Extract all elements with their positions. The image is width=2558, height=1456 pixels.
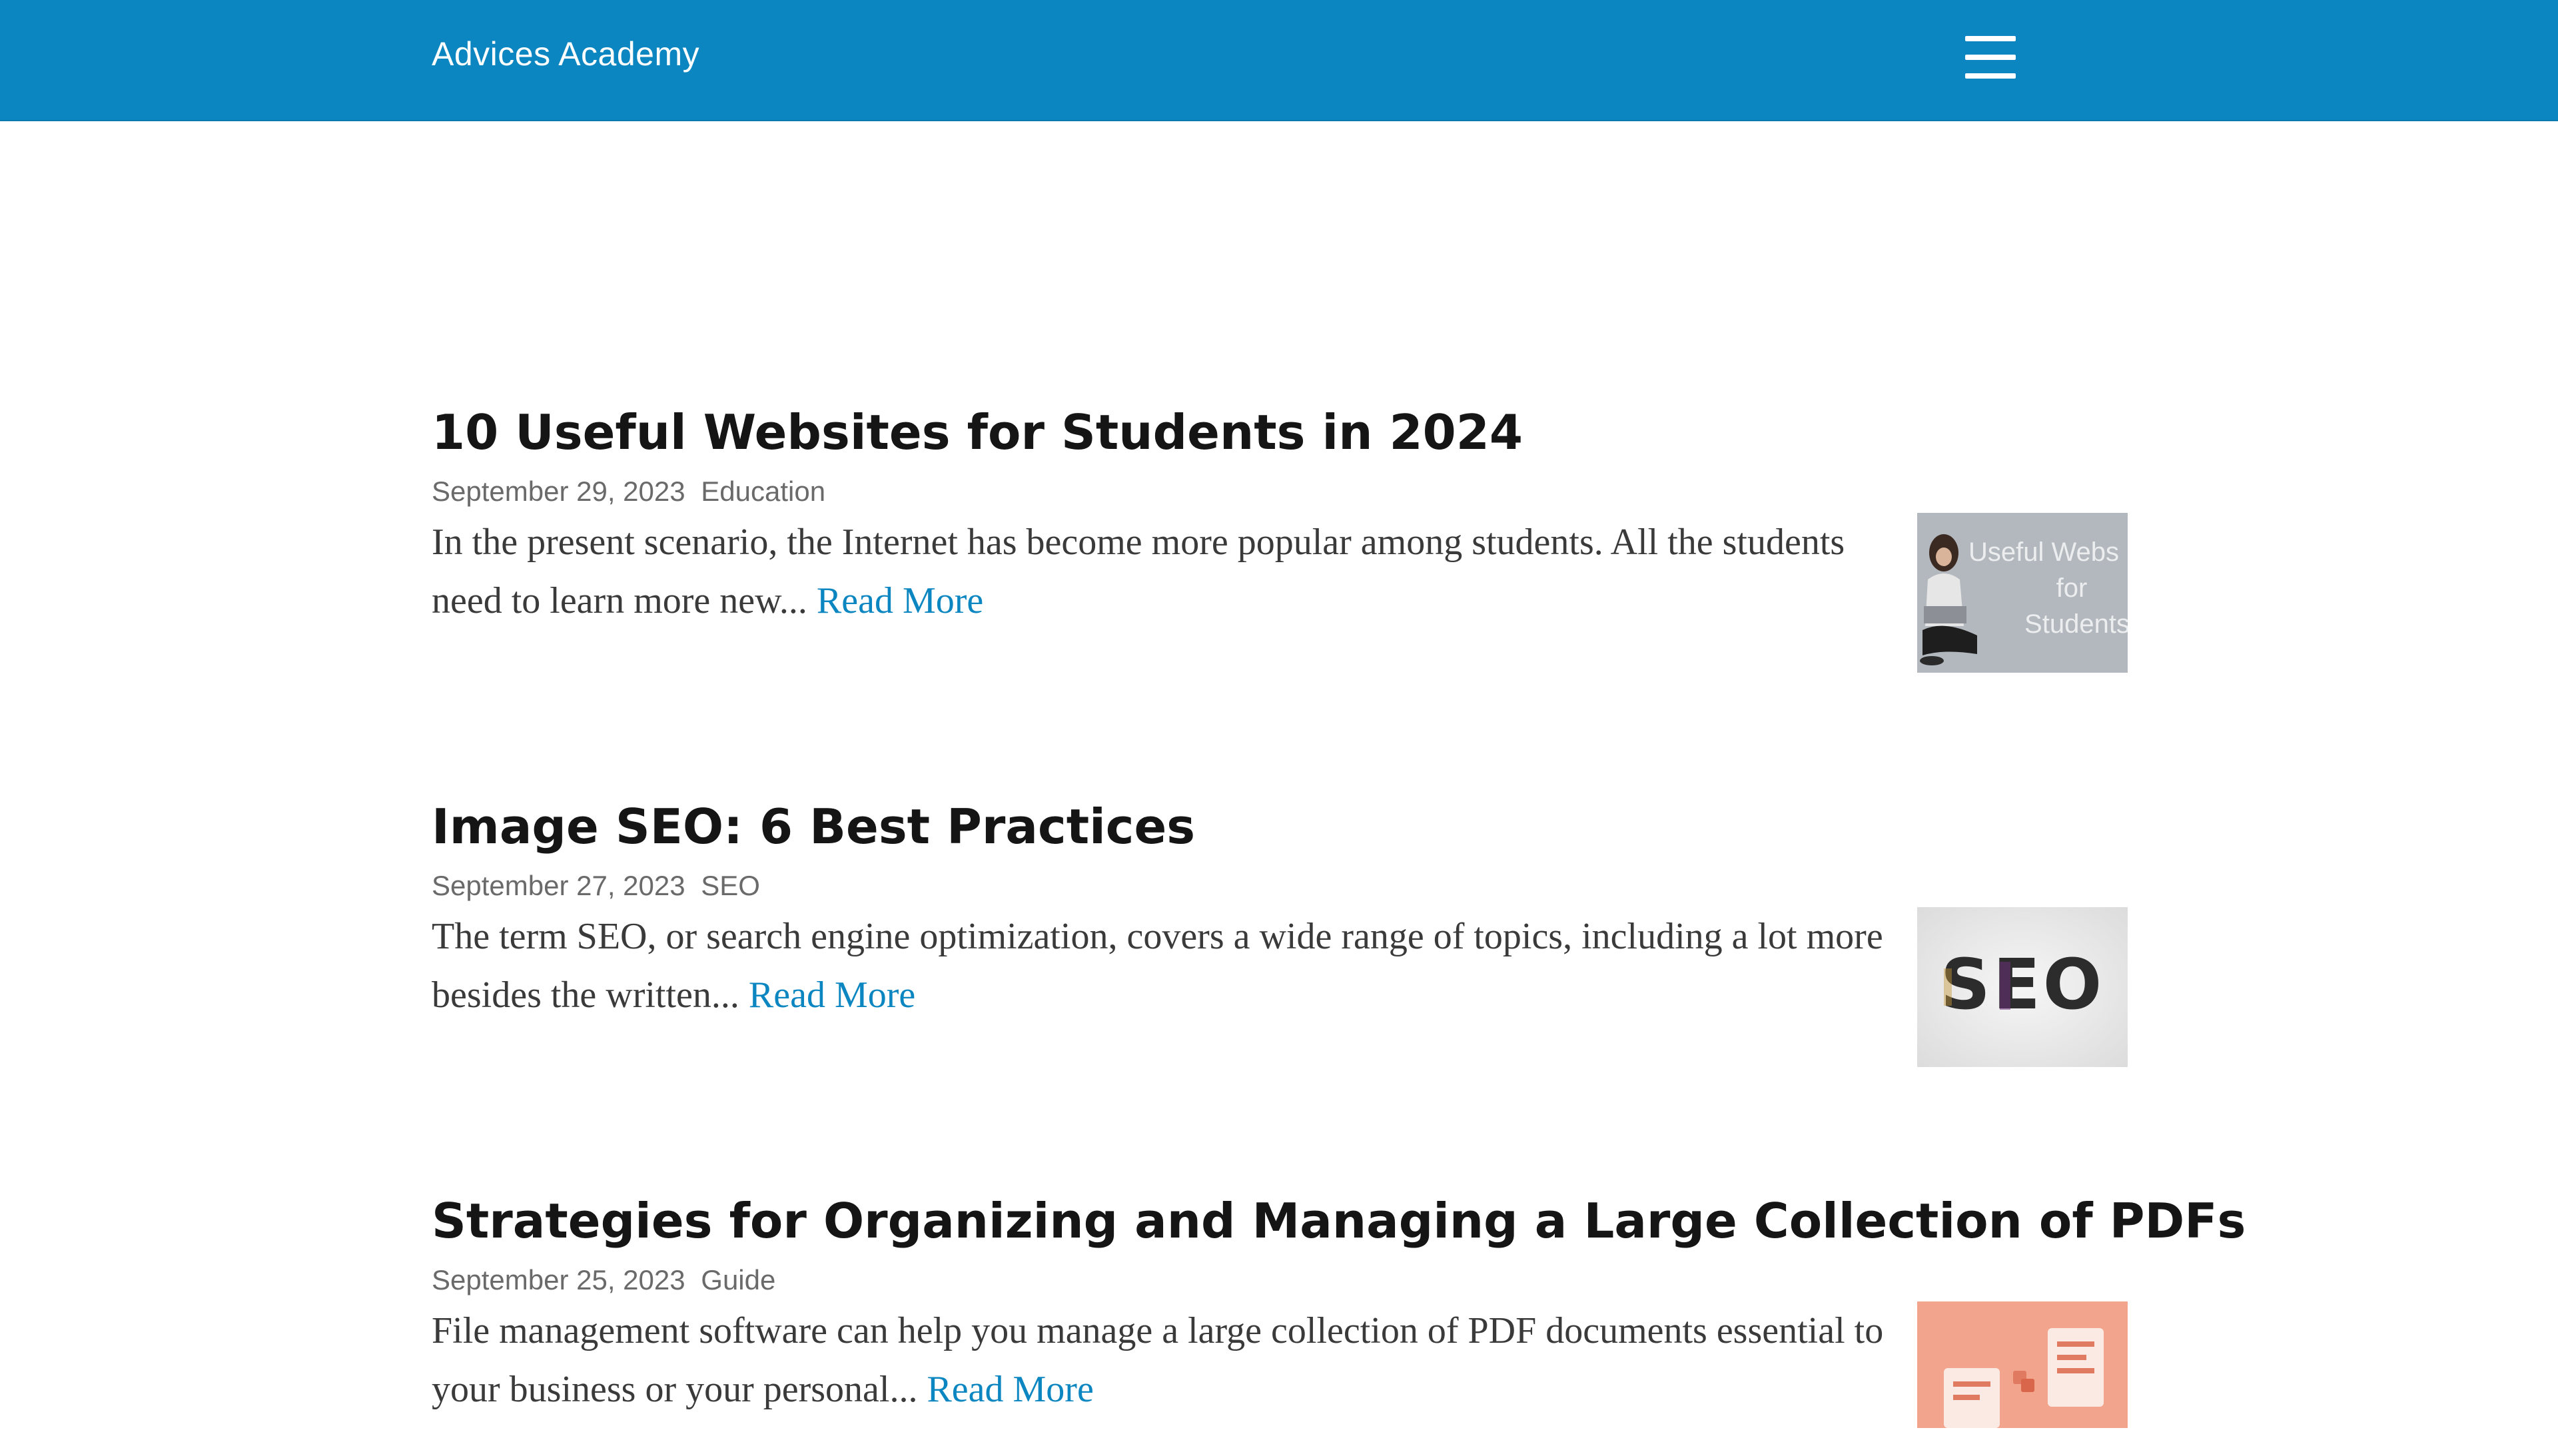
hamburger-menu-icon[interactable] [1962, 29, 2018, 85]
post-date: September 27, 2023 [432, 870, 685, 901]
post-excerpt-text: File management software can help you ma… [432, 1310, 1884, 1410]
post-card: Image SEO: 6 Best Practices September 27… [432, 800, 2130, 1067]
post-date: September 25, 2023 [432, 1264, 685, 1295]
menu-bar [1965, 73, 2016, 79]
thumbnail-caption: SEO [1940, 944, 2104, 1025]
post-meta: September 25, 2023 Guide [432, 1264, 775, 1296]
post-meta: September 27, 2023 SEO [432, 870, 760, 902]
post-card: Strategies for Organizing and Managing a… [432, 1194, 2246, 1428]
post-excerpt: File management software can help you ma… [432, 1301, 1884, 1419]
post-category[interactable]: Education [701, 476, 825, 507]
post-category[interactable]: Guide [701, 1264, 775, 1295]
post-card: 10 Useful Websites for Students in 2024 … [432, 406, 2130, 673]
post-category[interactable]: SEO [701, 870, 760, 901]
post-title[interactable]: Image SEO: 6 Best Practices [432, 800, 2130, 853]
post-title[interactable]: Strategies for Organizing and Managing a… [432, 1194, 2246, 1248]
thumbnail-caption: Useful Webs [1968, 538, 2119, 567]
post-excerpt-text: The term SEO, or search engine optimizat… [432, 916, 1883, 1016]
post-excerpt: The term SEO, or search engine optimizat… [432, 907, 1884, 1024]
menu-bar [1965, 55, 2016, 60]
read-more-link[interactable]: Read More [927, 1369, 1093, 1410]
post-date: September 29, 2023 [432, 476, 685, 507]
menu-bar [1965, 36, 2016, 41]
post-excerpt-text: In the present scenario, the Internet ha… [432, 522, 1845, 621]
thumbnail-caption: for [2056, 573, 2088, 603]
post-thumbnail[interactable]: Useful Webs for Students [1917, 513, 2128, 673]
post-thumbnail[interactable]: SEO [1917, 907, 2128, 1067]
read-more-link[interactable]: Read More [817, 580, 983, 621]
post-excerpt: In the present scenario, the Internet ha… [432, 513, 1884, 630]
site-header: Advices Academy [0, 0, 2558, 120]
thumbnail-caption: Students [2024, 609, 2128, 639]
post-meta: September 29, 2023 Education [432, 476, 825, 508]
site-brand[interactable]: Advices Academy [432, 35, 699, 73]
read-more-link[interactable]: Read More [749, 974, 915, 1016]
post-title[interactable]: 10 Useful Websites for Students in 2024 [432, 406, 2130, 459]
post-thumbnail[interactable] [1917, 1301, 2128, 1428]
